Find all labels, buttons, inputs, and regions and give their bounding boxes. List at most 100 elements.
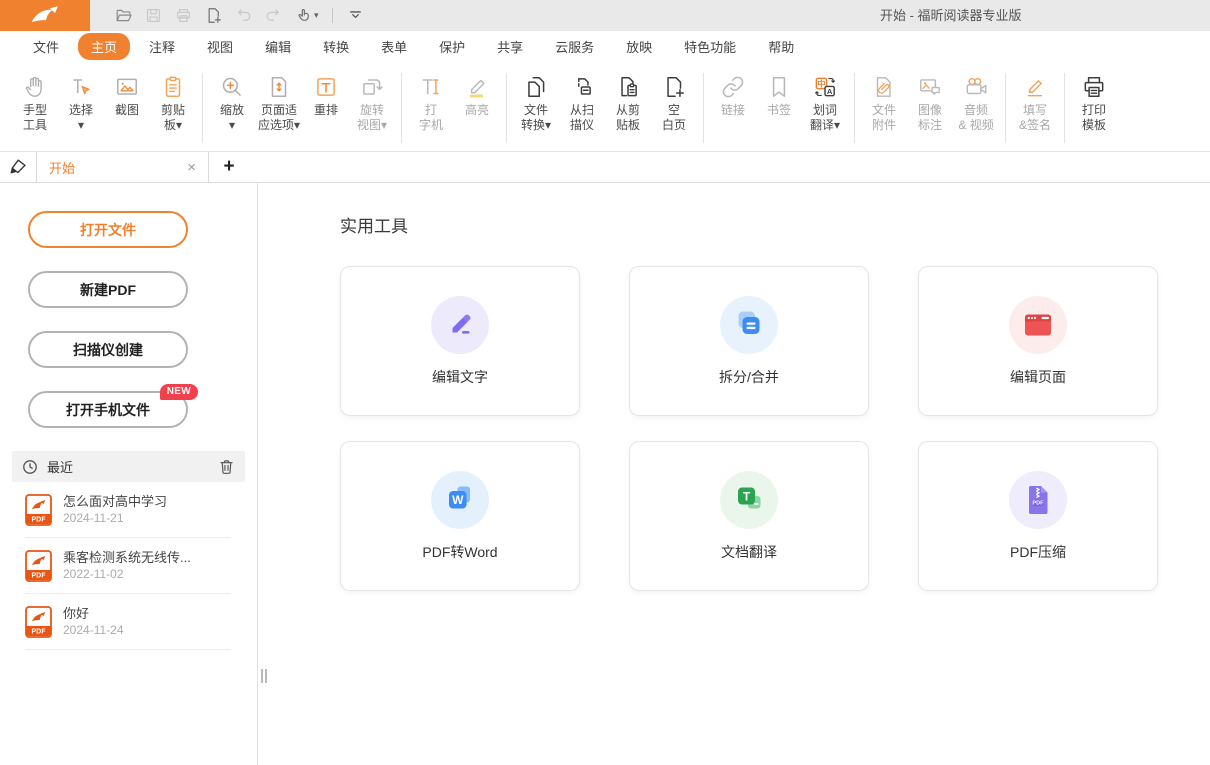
reflow-tool-button[interactable]: 重排: [303, 71, 349, 133]
menu-convert[interactable]: 转换: [310, 33, 362, 60]
bookmark-tool-label: 书签: [767, 103, 791, 118]
highlight-icon: [464, 71, 490, 103]
ribbon-separator: [1005, 73, 1006, 143]
ribbon-separator: [854, 73, 855, 143]
menu-cloud[interactable]: 云服务: [542, 33, 607, 60]
zoom-tool-label: 缩放▾: [220, 103, 244, 133]
foxit-app-window: ▾ 开始 - 福昕阅读器专业版 文件主页注释视图编辑转换表单保护共享云服务放映特…: [0, 0, 1210, 765]
blank-page-button[interactable]: 空白页: [651, 71, 697, 133]
tab-start[interactable]: 开始 ×: [36, 152, 209, 182]
from-scanner-button[interactable]: 从扫描仪: [559, 71, 605, 133]
ribbon-separator: [202, 73, 203, 143]
menu-comment[interactable]: 注释: [136, 33, 188, 60]
blank-page-label: 空白页: [662, 103, 686, 133]
ribbon-group: 链接书签中A划词翻译▾: [710, 71, 848, 133]
svg-text:T: T: [743, 490, 751, 504]
bookmark-tool-button[interactable]: 书签: [756, 71, 802, 133]
typewriter-tool-button[interactable]: 打字机: [408, 71, 454, 133]
tool-doc-translate[interactable]: T文档翻译: [629, 441, 869, 591]
tab-close-icon[interactable]: ×: [187, 160, 196, 175]
menu-home[interactable]: 主页: [78, 33, 130, 60]
menu-edit[interactable]: 编辑: [252, 33, 304, 60]
menu-features[interactable]: 特色功能: [671, 33, 749, 60]
highlight-tool-button[interactable]: 高亮: [454, 71, 500, 133]
recent-file-item[interactable]: PDF乘客检测系统无线传...2022-11-02: [25, 538, 231, 594]
menu-share[interactable]: 共享: [484, 33, 536, 60]
menu-file[interactable]: 文件: [20, 33, 72, 60]
open-file-button[interactable]: 打开文件: [28, 211, 188, 248]
tool-edit-page[interactable]: 编辑页面: [918, 266, 1158, 416]
file-convert-label: 文件转换▾: [521, 103, 551, 133]
tool-split-merge[interactable]: 拆分/合并: [629, 266, 869, 416]
titlebar: ▾ 开始 - 福昕阅读器专业版: [0, 0, 1210, 31]
edit-page-icon: [1009, 296, 1067, 354]
scanner-create-button[interactable]: 扫描仪创建: [28, 331, 188, 368]
menubar: 文件主页注释视图编辑转换表单保护共享云服务放映特色功能帮助: [0, 31, 1210, 61]
rotate-view-button[interactable]: 旋转视图▾: [349, 71, 395, 133]
recent-file-date: 2024-11-24: [63, 622, 124, 638]
hand-icon: [22, 71, 48, 103]
clear-recent-icon[interactable]: [218, 458, 235, 475]
quick-pencil-icon[interactable]: [0, 152, 36, 182]
menu-view[interactable]: 视图: [194, 33, 246, 60]
doc-translate-icon: T: [720, 471, 778, 529]
link-tool-button[interactable]: 链接: [710, 71, 756, 133]
attachment-icon: [871, 71, 897, 103]
undo-icon[interactable]: [234, 5, 253, 27]
menu-form[interactable]: 表单: [368, 33, 420, 60]
open-mobile-file-button[interactable]: 打开手机文件NEW: [28, 391, 188, 428]
snapshot-tool-button[interactable]: 截图: [104, 71, 150, 133]
sidebar-splitter-handle[interactable]: [261, 669, 267, 683]
fit-page-icon: [266, 71, 292, 103]
recent-file-title: 你好: [63, 605, 124, 622]
image-annotation-button[interactable]: 图像标注: [907, 71, 953, 133]
audio-video-label: 音频& 视频: [958, 103, 993, 133]
print-icon[interactable]: [174, 5, 193, 27]
foxit-logo: [0, 0, 90, 31]
fill-sign-icon: [1022, 71, 1048, 103]
recent-file-item[interactable]: PDF你好2024-11-24: [25, 594, 231, 650]
tool-pdf-to-word[interactable]: WPDF转Word: [340, 441, 580, 591]
tab-label: 开始: [49, 158, 187, 177]
edit-text-icon: [431, 296, 489, 354]
menu-protect[interactable]: 保护: [426, 33, 478, 60]
tool-edit-text[interactable]: 编辑文字: [340, 266, 580, 416]
file-attachment-button[interactable]: 文件附件: [861, 71, 907, 133]
from-clipboard-button[interactable]: 从剪贴板: [605, 71, 651, 133]
new-pdf-button[interactable]: 新建PDF: [28, 271, 188, 308]
menu-help[interactable]: 帮助: [755, 33, 807, 60]
hand-tool-icon[interactable]: ▾: [294, 5, 319, 27]
fit-page-options-button[interactable]: 页面适应选项▾: [255, 71, 303, 133]
scanner-icon: [569, 71, 595, 103]
zoom-tool-button[interactable]: 缩放▾: [209, 71, 255, 133]
hand-tool-button[interactable]: 手型工具: [12, 71, 58, 133]
menu-present[interactable]: 放映: [613, 33, 665, 60]
save-icon[interactable]: [144, 5, 163, 27]
audio-video-button[interactable]: 音频& 视频: [953, 71, 999, 133]
tool-card-label: 拆分/合并: [719, 367, 779, 387]
tool-pdf-compress[interactable]: PDFPDF压缩: [918, 441, 1158, 591]
ribbon-separator: [401, 73, 402, 143]
redo-icon[interactable]: [264, 5, 283, 27]
file-convert-button[interactable]: 文件转换▾: [513, 71, 559, 133]
new-tab-button[interactable]: +: [209, 152, 249, 182]
fill-sign-button[interactable]: 填写&签名: [1012, 71, 1058, 133]
clipboard-tool-button[interactable]: 剪贴板▾: [150, 71, 196, 133]
typewriter-icon: [418, 71, 444, 103]
svg-text:PDF: PDF: [32, 572, 47, 579]
create-page-icon[interactable]: [204, 5, 223, 27]
print-template-button[interactable]: 打印模板: [1071, 71, 1117, 133]
ribbon-separator: [703, 73, 704, 143]
word-translate-button[interactable]: 中A划词翻译▾: [802, 71, 848, 133]
undo-icon: [234, 6, 253, 25]
open-file-icon[interactable]: [114, 5, 133, 27]
svg-text:PDF: PDF: [1033, 500, 1045, 506]
tool-card-label: PDF转Word: [422, 542, 497, 562]
select-tool-label: 选择▾: [69, 103, 93, 133]
customize-toolbar-icon[interactable]: [346, 5, 365, 27]
ribbon-group: 填写&签名: [1012, 71, 1058, 133]
recent-file-item[interactable]: PDF怎么面对高中学习2024-11-21: [25, 482, 231, 538]
select-tool-button[interactable]: 选择▾: [58, 71, 104, 133]
fill-sign-label: 填写&签名: [1019, 103, 1051, 133]
folder-open-icon: [114, 6, 133, 25]
